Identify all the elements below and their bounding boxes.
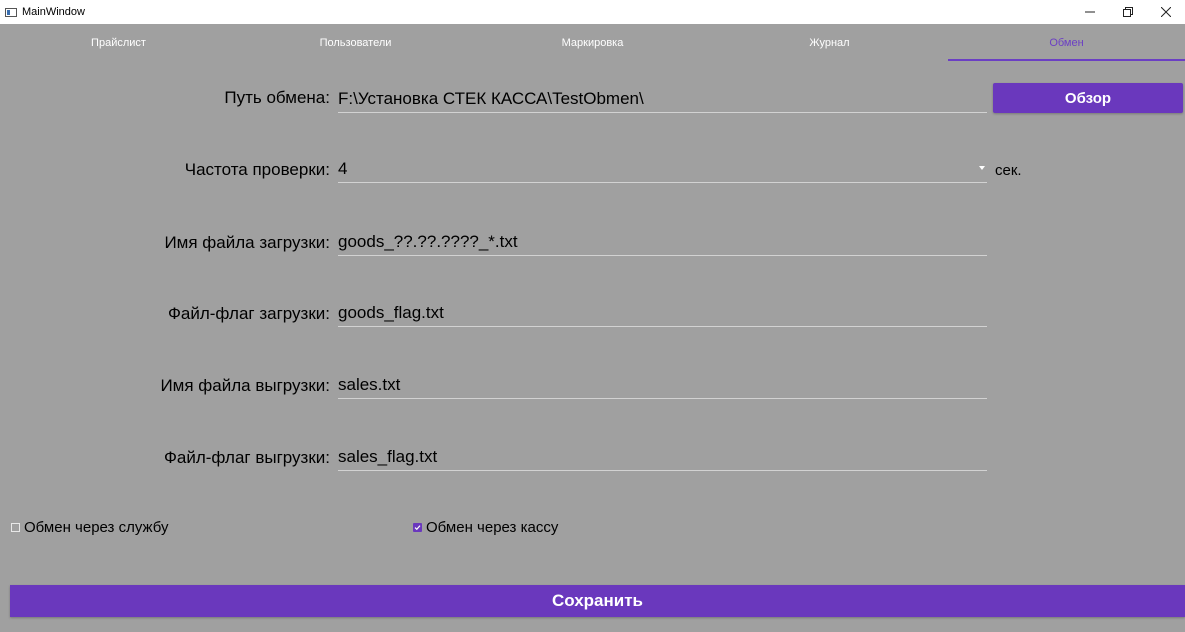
window-controls bbox=[1071, 0, 1185, 24]
upload-flag-file-label: Файл-флаг загрузки: bbox=[167, 304, 330, 323]
tab-pricelist[interactable]: Прайслист bbox=[0, 24, 237, 62]
checkbox-checked-icon[interactable] bbox=[413, 523, 422, 532]
upload-file-name-input[interactable]: goods_??.??.????_*.txt bbox=[338, 230, 987, 256]
check-frequency-select[interactable]: 4 bbox=[338, 157, 987, 183]
chevron-down-icon[interactable] bbox=[979, 166, 985, 170]
window-titlebar: MainWindow bbox=[0, 0, 1185, 24]
save-button[interactable]: Сохранить bbox=[10, 585, 1185, 617]
upload-flag-file-input[interactable]: goods_flag.txt bbox=[338, 301, 987, 327]
tab-users[interactable]: Пользователи bbox=[237, 24, 474, 62]
browse-button[interactable]: Обзор bbox=[993, 83, 1183, 113]
exchange-via-cashbox-label: Обмен через кассу bbox=[426, 519, 559, 536]
exchange-path-label: Путь обмена: bbox=[224, 88, 330, 107]
close-icon[interactable] bbox=[1147, 0, 1185, 24]
minimize-icon[interactable] bbox=[1071, 0, 1109, 24]
exchange-via-service-checkbox[interactable]: Обмен через службу bbox=[11, 519, 168, 536]
download-file-name-input[interactable]: sales.txt bbox=[338, 373, 987, 399]
window-title: MainWindow bbox=[22, 6, 85, 18]
upload-file-name-label: Имя файла загрузки: bbox=[164, 233, 330, 252]
tab-bar: Прайслист Пользователи Маркировка Журнал… bbox=[0, 24, 1185, 62]
exchange-path-input[interactable]: F:\Установка СТЕК КАССА\TestObmen\ bbox=[338, 87, 987, 113]
tab-journal[interactable]: Журнал bbox=[711, 24, 948, 62]
frequency-unit: сек. bbox=[995, 162, 1022, 179]
exchange-via-service-label: Обмен через службу bbox=[24, 519, 169, 536]
tab-exchange[interactable]: Обмен bbox=[948, 24, 1185, 62]
download-file-name-label: Имя файла выгрузки: bbox=[160, 376, 330, 395]
tab-marking[interactable]: Маркировка bbox=[474, 24, 711, 62]
app-window-icon bbox=[5, 7, 17, 17]
check-frequency-label: Частота проверки: bbox=[184, 160, 330, 179]
checkbox-unchecked-icon[interactable] bbox=[11, 523, 20, 532]
download-flag-file-input[interactable]: sales_flag.txt bbox=[338, 445, 987, 471]
exchange-via-cashbox-checkbox[interactable]: Обмен через кассу bbox=[413, 519, 558, 536]
download-flag-file-label: Файл-флаг выгрузки: bbox=[163, 448, 330, 467]
restore-icon[interactable] bbox=[1109, 0, 1147, 24]
check-frequency-value: 4 bbox=[338, 159, 348, 178]
